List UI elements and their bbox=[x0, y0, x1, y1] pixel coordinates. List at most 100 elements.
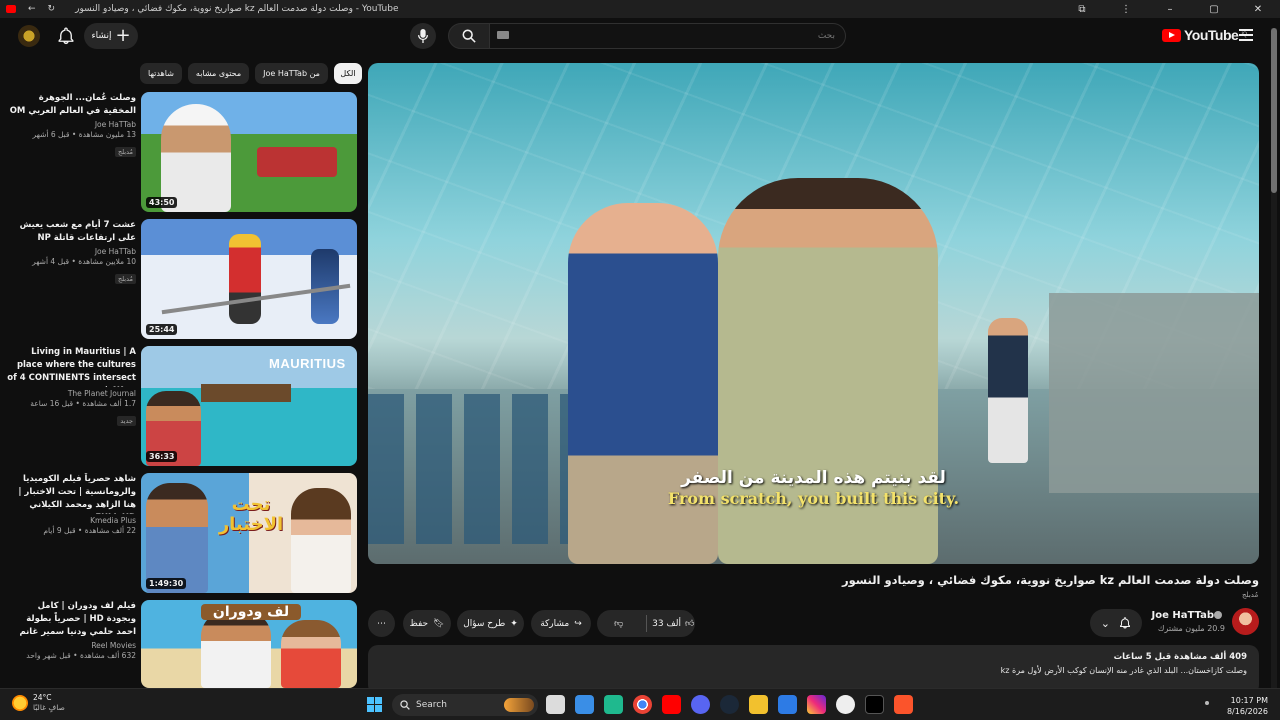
ask-button[interactable]: طرح سؤال ✦ bbox=[457, 610, 524, 637]
search-input[interactable] bbox=[490, 23, 846, 49]
voice-search-button[interactable] bbox=[410, 23, 436, 49]
video-title[interactable]: فيلم لف ودوران | كامل وبجودة HD | حصرياً… bbox=[6, 600, 136, 639]
like-dislike-group: 👎︎ 33 ألف 👍︎ bbox=[597, 610, 695, 637]
video-title[interactable]: عشت 7 أيام مع شعب يعيش على ارتفاعات قاتل… bbox=[6, 219, 136, 245]
subscribed-button[interactable]: ⌄ bbox=[1090, 609, 1142, 637]
search-icon bbox=[400, 700, 410, 710]
duration-badge: 36:33 bbox=[146, 451, 178, 462]
menu-dots-icon[interactable]: ⋮ bbox=[1104, 4, 1148, 15]
keyboard-icon[interactable] bbox=[497, 31, 509, 39]
brave-icon[interactable] bbox=[894, 695, 913, 714]
close-button[interactable]: ✕ bbox=[1236, 4, 1280, 15]
chip-from-channel[interactable]: من Joe HaTTab bbox=[255, 63, 328, 84]
channel-name[interactable]: The Planet Journal bbox=[6, 389, 136, 398]
youtube-logo[interactable]: YouTube IQ bbox=[1162, 27, 1247, 43]
related-filter-chips: الكل من Joe HaTTab محتوى مشابه شاهدتها bbox=[140, 63, 362, 84]
video-player[interactable]: لقد بنيتم هذه المدينة من الصفر From scra… bbox=[368, 63, 1259, 564]
more-actions-button[interactable]: ⋯ bbox=[368, 610, 395, 637]
discord-icon[interactable] bbox=[691, 695, 710, 714]
dubbed-badge: مُدبلج bbox=[1242, 591, 1259, 599]
description-text: وصلت كازاخستان... البلد الذي غادر منه ال… bbox=[1000, 666, 1247, 675]
browser-titlebar: ← ↻ YouTube - وصلت دولة صدمت العالم kz ص… bbox=[0, 0, 1280, 18]
account-avatar[interactable] bbox=[18, 25, 40, 47]
logo-text: YouTube bbox=[1184, 27, 1239, 43]
extensions-icon[interactable]: ⧉ bbox=[1060, 4, 1104, 15]
notifications-bell-icon[interactable] bbox=[57, 27, 75, 45]
dubbed-badge: مُدبلج bbox=[114, 147, 136, 157]
video-title[interactable]: Living in Mauritius | A place where the … bbox=[6, 346, 136, 387]
sun-icon bbox=[12, 695, 28, 711]
channel-name[interactable]: Reel Movies bbox=[6, 641, 136, 650]
video-thumbnail[interactable]: MAURITIUS bbox=[141, 346, 357, 466]
back-icon[interactable]: ← bbox=[28, 4, 36, 14]
microsoft-store-icon[interactable] bbox=[575, 695, 594, 714]
chip-all[interactable]: الكل bbox=[333, 63, 362, 84]
share-label: مشاركة bbox=[540, 618, 570, 629]
video-thumbnail[interactable] bbox=[141, 219, 357, 339]
recommendation-item[interactable]: 43:50 وصلت عُمان... الجوهرة المخفية في ا… bbox=[0, 92, 357, 212]
thumbs-up-icon: 👍︎ bbox=[684, 618, 695, 629]
recommendation-item[interactable]: تحت الاختبار 1:49:30 شاهد حصرياً فيلم ال… bbox=[0, 473, 357, 593]
tray-indicator[interactable] bbox=[1205, 701, 1209, 705]
chrome-icon[interactable] bbox=[633, 695, 652, 714]
scene-person-left bbox=[568, 203, 718, 564]
video-title[interactable]: شاهد حصرياً فيلم الكوميديا والرومانسية |… bbox=[6, 473, 136, 514]
thumbnail-text: تحت الاختبار bbox=[218, 494, 284, 535]
reload-icon[interactable]: ↻ bbox=[48, 4, 56, 14]
like-button[interactable]: 33 ألف 👍︎ bbox=[652, 610, 696, 637]
channel-name[interactable]: Joe HaTTab bbox=[6, 247, 136, 256]
video-thumbnail[interactable]: لف ودوران bbox=[141, 600, 357, 688]
recommendation-item[interactable]: 25:44 عشت 7 أيام مع شعب يعيش على ارتفاعا… bbox=[0, 219, 357, 339]
view-stats: 409 ألف مشاهدة قبل 5 ساعات bbox=[1113, 652, 1247, 662]
channel-avatar[interactable] bbox=[1232, 608, 1259, 635]
youtube-app-icon[interactable] bbox=[662, 695, 681, 714]
tiktok-icon[interactable] bbox=[865, 695, 884, 714]
page-scrollbar[interactable] bbox=[1271, 28, 1277, 688]
share-button[interactable]: مشاركة ↪ bbox=[531, 610, 591, 637]
video-thumbnail[interactable] bbox=[141, 92, 357, 212]
chip-related[interactable]: محتوى مشابه bbox=[187, 63, 250, 84]
widgets-icon[interactable] bbox=[604, 695, 623, 714]
caption-english: From scratch, you built this city. bbox=[667, 489, 960, 508]
create-button[interactable]: إنشاء + bbox=[84, 23, 138, 49]
instagram-icon[interactable] bbox=[807, 695, 826, 714]
dubbed-badge: مُدبلج bbox=[114, 274, 136, 284]
dislike-button[interactable]: 👎︎ bbox=[597, 610, 641, 637]
more-dots-icon: ⋯ bbox=[377, 618, 386, 629]
search-button[interactable] bbox=[448, 23, 490, 49]
recommendation-item[interactable]: MAURITIUS 36:33 Living in Mauritius | A … bbox=[0, 346, 357, 466]
windows-start-icon[interactable] bbox=[367, 697, 382, 712]
sparkle-icon: ✦ bbox=[510, 618, 518, 629]
taskbar-search-label: Search bbox=[416, 700, 447, 710]
steam-icon[interactable] bbox=[720, 695, 739, 714]
app-icon[interactable] bbox=[778, 695, 797, 714]
chip-watched[interactable]: شاهدتها bbox=[140, 63, 182, 84]
new-badge: جديد bbox=[117, 416, 136, 426]
minimize-button[interactable]: – bbox=[1148, 4, 1192, 15]
temperature: 24°C bbox=[33, 693, 52, 702]
channel-name-text: Joe HaTTab bbox=[1151, 610, 1214, 621]
video-thumbnail[interactable]: تحت الاختبار bbox=[141, 473, 357, 593]
maximize-button[interactable]: ▢ bbox=[1192, 4, 1236, 15]
scrollbar-thumb[interactable] bbox=[1271, 28, 1277, 193]
channel-name[interactable]: Joe HaTTab bbox=[6, 120, 136, 129]
verified-icon bbox=[1214, 611, 1222, 619]
plus-icon: + bbox=[115, 25, 131, 46]
window-title: YouTube - وصلت دولة صدمت العالم kz صواري… bbox=[75, 4, 399, 14]
system-clock[interactable]: 10:17 PM 8/16/2026 bbox=[1220, 695, 1268, 717]
guide-menu-icon[interactable] bbox=[1239, 29, 1253, 41]
video-title[interactable]: وصلت عُمان... الجوهرة المخفية في العالم … bbox=[6, 92, 136, 118]
view-count: 1.7 ألف مشاهدة • قبل 16 ساعة bbox=[30, 399, 136, 408]
search-icon bbox=[462, 29, 476, 43]
chevron-down-icon: ⌄ bbox=[1100, 616, 1110, 630]
duration-badge: 43:50 bbox=[146, 197, 178, 208]
channel-name[interactable]: Kmedia Plus bbox=[6, 516, 136, 525]
recommendation-item[interactable]: لف ودوران فيلم لف ودوران | كامل وبجودة H… bbox=[0, 600, 357, 688]
file-explorer-icon[interactable] bbox=[749, 695, 768, 714]
settings-icon[interactable] bbox=[836, 695, 855, 714]
view-count: 632 ألف مشاهدة • قبل شهر واحد bbox=[26, 651, 136, 660]
weather-widget[interactable]: 24°C صافٍ غالبًا bbox=[12, 693, 65, 713]
task-view-icon[interactable] bbox=[546, 695, 565, 714]
taskbar-search[interactable]: Search bbox=[392, 694, 538, 716]
save-button[interactable]: حفظ 🔖︎ bbox=[403, 610, 451, 637]
